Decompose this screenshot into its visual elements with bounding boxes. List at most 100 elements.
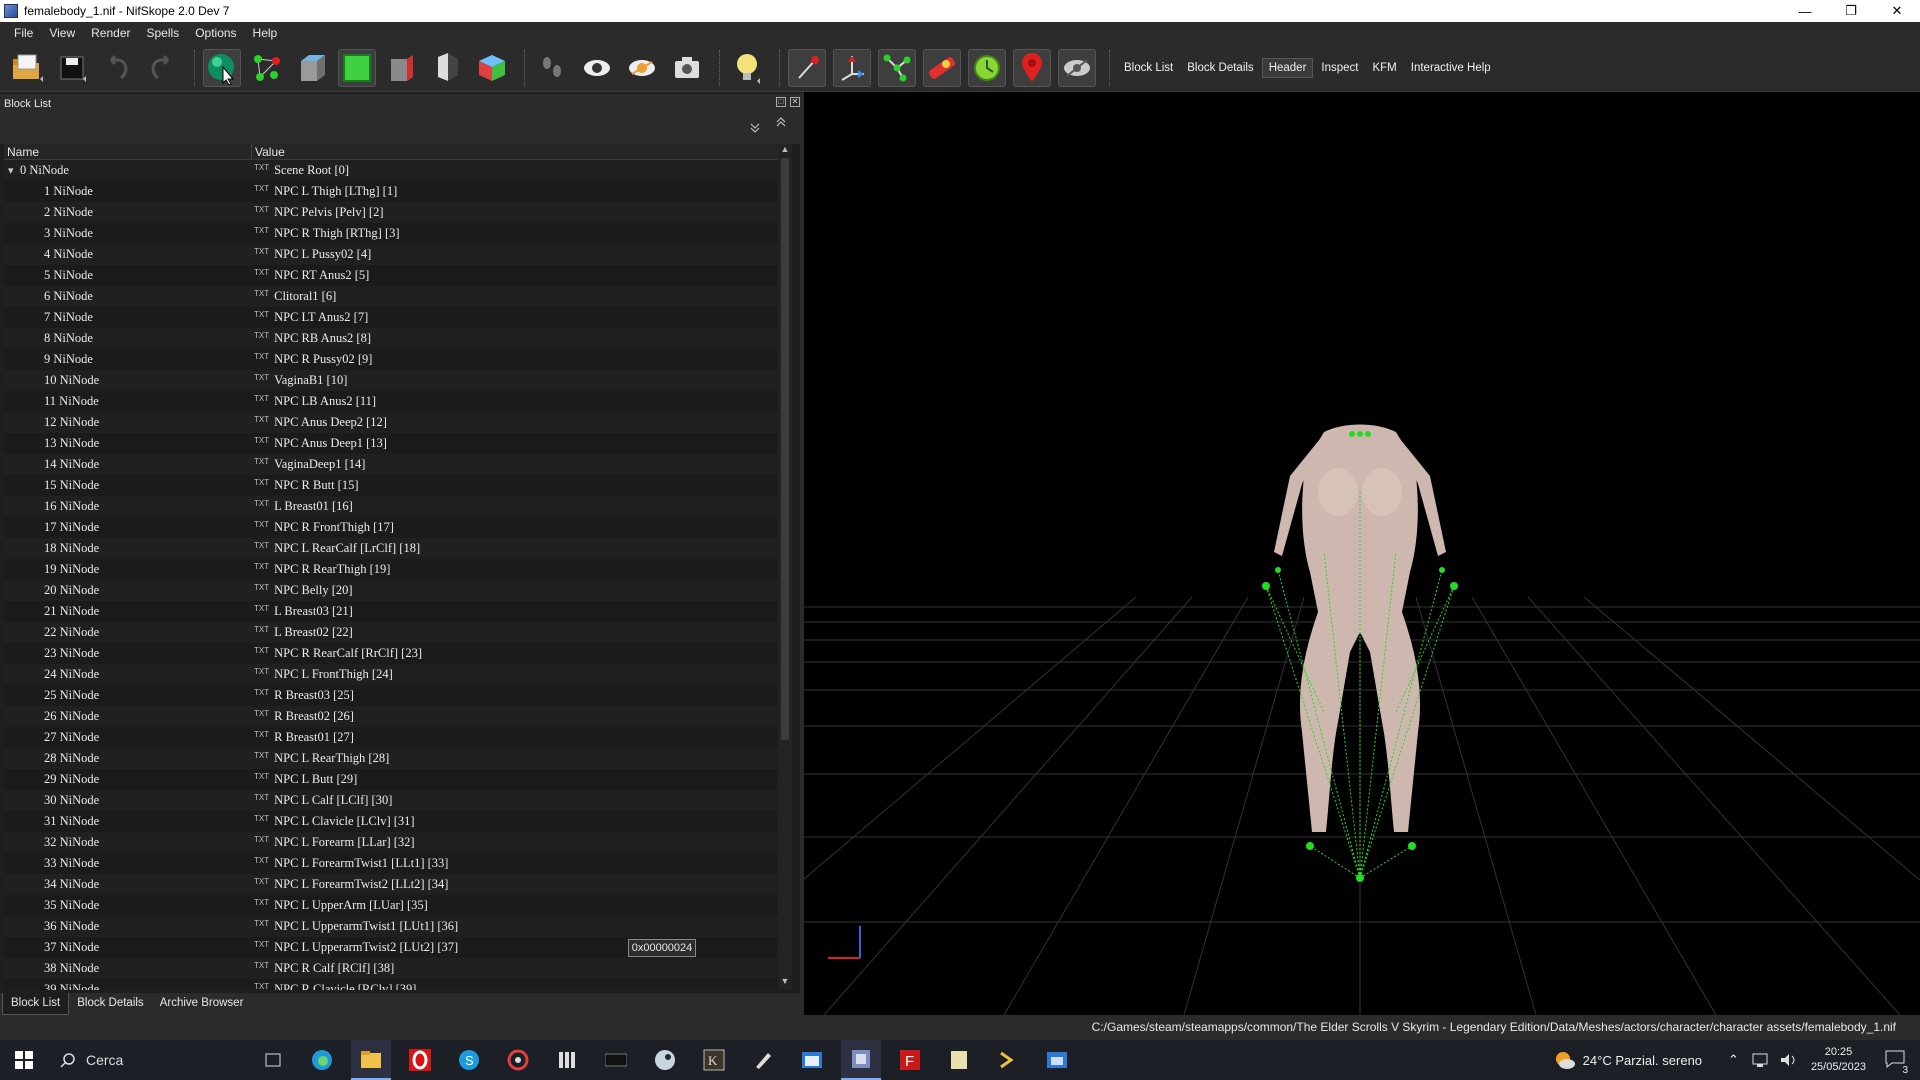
tab-block-details[interactable]: Block Details xyxy=(69,993,151,1015)
table-row[interactable]: 18 NiNode TXT NPC L RearCalf [LrClf] [18] xyxy=(4,538,778,559)
footprints-icon[interactable] xyxy=(533,49,571,87)
load-icon[interactable] xyxy=(8,49,46,87)
table-row[interactable]: 20 NiNode TXT NPC Belly [20] xyxy=(4,580,778,601)
table-row[interactable]: 7 NiNode TXT NPC LT Anus2 [7] xyxy=(4,307,778,328)
file-explorer-icon[interactable] xyxy=(351,1040,391,1080)
show-nodes-icon[interactable] xyxy=(623,49,661,87)
show-constraints-icon[interactable] xyxy=(833,48,871,87)
filezilla-icon[interactable]: F xyxy=(890,1040,930,1080)
table-row[interactable]: 12 NiNode TXT NPC Anus Deep2 [12] xyxy=(4,412,778,433)
show-nodes-bones-icon[interactable] xyxy=(878,48,916,87)
screenshot-icon[interactable] xyxy=(668,49,706,87)
save-icon[interactable] xyxy=(53,49,91,87)
steam-icon[interactable] xyxy=(645,1040,685,1080)
select-object-icon[interactable] xyxy=(203,48,241,87)
table-row[interactable]: ▾ 0 NiNode TXT Scene Root [0] xyxy=(4,160,778,181)
terminal-icon[interactable] xyxy=(988,1040,1028,1080)
table-row[interactable]: 10 NiNode TXT VaginaB1 [10] xyxy=(4,370,778,391)
creation-kit-icon[interactable]: K xyxy=(694,1040,734,1080)
toolbar-link-inspect[interactable]: Inspect xyxy=(1315,59,1364,77)
view-side-icon[interactable] xyxy=(383,49,421,87)
close-dock-icon[interactable]: ✕ xyxy=(790,97,800,107)
taskbar-search-box[interactable]: Cerca xyxy=(44,1040,244,1080)
view-front-icon[interactable] xyxy=(338,48,376,87)
column-header-value[interactable]: Value xyxy=(252,144,285,159)
weather-label[interactable]: 24°C Parzial. sereno xyxy=(1583,1053,1702,1068)
toolbar-link-block-details[interactable]: Block Details xyxy=(1181,59,1259,77)
table-row[interactable]: 31 NiNode TXT NPC L Clavicle [LClv] [31] xyxy=(4,811,778,832)
table-row[interactable]: 26 NiNode TXT R Breast02 [26] xyxy=(4,706,778,727)
table-row[interactable]: 29 NiNode TXT NPC L Butt [29] xyxy=(4,769,778,790)
view-perspective-icon[interactable] xyxy=(473,49,511,87)
table-row[interactable]: 21 NiNode TXT L Breast03 [21] xyxy=(4,601,778,622)
table-row[interactable]: 38 NiNode TXT NPC R Calf [RClf] [38] xyxy=(4,958,778,979)
table-row[interactable]: 17 NiNode TXT NPC R FrontThigh [17] xyxy=(4,517,778,538)
table-row[interactable]: 8 NiNode TXT NPC RB Anus2 [8] xyxy=(4,328,778,349)
table-row[interactable]: 2 NiNode TXT NPC Pelvis [Pelv] [2] xyxy=(4,202,778,223)
notifications-icon[interactable]: 3 xyxy=(1884,1049,1910,1076)
notepad-icon[interactable] xyxy=(939,1040,979,1080)
table-row[interactable]: 15 NiNode TXT NPC R Butt [15] xyxy=(4,475,778,496)
menu-options[interactable]: Options xyxy=(187,22,244,44)
column-header-name[interactable]: Name xyxy=(4,144,252,159)
network-icon[interactable] xyxy=(1751,1052,1771,1068)
menu-spells[interactable]: Spells xyxy=(139,22,188,44)
table-row[interactable]: 1 NiNode TXT NPC L Thigh [LThg] [1] xyxy=(4,181,778,202)
view-user-icon[interactable] xyxy=(428,49,466,87)
app-settings-wheel-icon[interactable] xyxy=(498,1040,538,1080)
undo-icon[interactable] xyxy=(98,49,136,87)
edge-browser-icon[interactable] xyxy=(302,1040,342,1080)
menu-view[interactable]: View xyxy=(41,22,83,44)
show-invisible-icon[interactable] xyxy=(1058,48,1096,87)
expand-up-icon[interactable] xyxy=(774,116,788,130)
show-hidden-icon[interactable] xyxy=(578,49,616,87)
table-row[interactable]: 22 NiNode TXT L Breast02 [22] xyxy=(4,622,778,643)
show-havok-icon[interactable] xyxy=(923,48,961,87)
lighting-icon[interactable] xyxy=(728,49,766,87)
volume-icon[interactable] xyxy=(1779,1052,1799,1068)
table-row[interactable]: 27 NiNode TXT R Breast01 [27] xyxy=(4,727,778,748)
scroll-down-icon[interactable]: ▼ xyxy=(778,976,792,990)
table-row[interactable]: 32 NiNode TXT NPC L Forearm [LLar] [32] xyxy=(4,832,778,853)
clock[interactable]: 20:25 25/05/2023 xyxy=(1811,1045,1866,1075)
table-row[interactable]: 3 NiNode TXT NPC R Thigh [RThg] [3] xyxy=(4,223,778,244)
table-row[interactable]: 39 NiNode TXT NPC R Clavicle [RClv] [39] xyxy=(4,979,778,990)
show-axes-icon[interactable] xyxy=(788,48,826,87)
render-viewport[interactable] xyxy=(804,92,1920,1015)
tab-block-list[interactable]: Block List xyxy=(2,993,70,1015)
table-row[interactable]: 30 NiNode TXT NPC L Calf [LClf] [30] xyxy=(4,790,778,811)
table-row[interactable]: 23 NiNode TXT NPC R RearCalf [RrClf] [23] xyxy=(4,643,778,664)
view-top-icon[interactable] xyxy=(293,49,331,87)
table-row[interactable]: 36 NiNode TXT NPC L UpperarmTwist1 [LUt1] … xyxy=(4,916,778,937)
table-row[interactable]: 13 NiNode TXT NPC Anus Deep1 [13] xyxy=(4,433,778,454)
table-row[interactable]: 34 NiNode TXT NPC L ForearmTwist2 [LLt2] [… xyxy=(4,874,778,895)
minimize-button[interactable]: — xyxy=(1782,0,1828,22)
table-row[interactable]: 6 NiNode TXT Clitoral1 [6] xyxy=(4,286,778,307)
show-collision-icon[interactable] xyxy=(968,48,1006,87)
select-vertex-icon[interactable] xyxy=(248,49,286,87)
toolbar-link-block-list[interactable]: Block List xyxy=(1118,59,1179,77)
tree-vertical-scrollbar[interactable]: ▲ ▼ xyxy=(778,144,792,990)
tab-archive-browser[interactable]: Archive Browser xyxy=(152,993,252,1015)
scrollbar-thumb[interactable] xyxy=(781,158,789,740)
toolbar-link-kfm[interactable]: KFM xyxy=(1366,59,1402,77)
table-row[interactable]: 16 NiNode TXT L Breast01 [16] xyxy=(4,496,778,517)
menu-render[interactable]: Render xyxy=(83,22,138,44)
nifskope-taskbar-icon[interactable] xyxy=(841,1040,881,1080)
msi-afterburner-icon[interactable] xyxy=(596,1040,636,1080)
toolbar-link-header[interactable]: Header xyxy=(1261,57,1314,78)
menu-help[interactable]: Help xyxy=(245,22,286,44)
table-row[interactable]: 14 NiNode TXT VaginaDeep1 [14] xyxy=(4,454,778,475)
redo-icon[interactable] xyxy=(143,49,181,87)
opera-browser-icon[interactable] xyxy=(400,1040,440,1080)
task-view-icon[interactable] xyxy=(253,1040,293,1080)
chevron-up-icon[interactable]: ⌃ xyxy=(1728,1052,1739,1068)
toolbar-link-interactive-help[interactable]: Interactive Help xyxy=(1405,59,1497,77)
table-row[interactable]: 28 NiNode TXT NPC L RearThigh [28] xyxy=(4,748,778,769)
table-row[interactable]: 33 NiNode TXT NPC L ForearmTwist1 [LLt1] [… xyxy=(4,853,778,874)
table-row[interactable]: 24 NiNode TXT NPC L FrontThigh [24] xyxy=(4,664,778,685)
close-button[interactable]: ✕ xyxy=(1874,0,1920,22)
expand-arrow-icon[interactable]: ▾ xyxy=(8,164,17,177)
collapse-down-icon[interactable] xyxy=(748,120,762,134)
table-row[interactable]: 5 NiNode TXT NPC RT Anus2 [5] xyxy=(4,265,778,286)
